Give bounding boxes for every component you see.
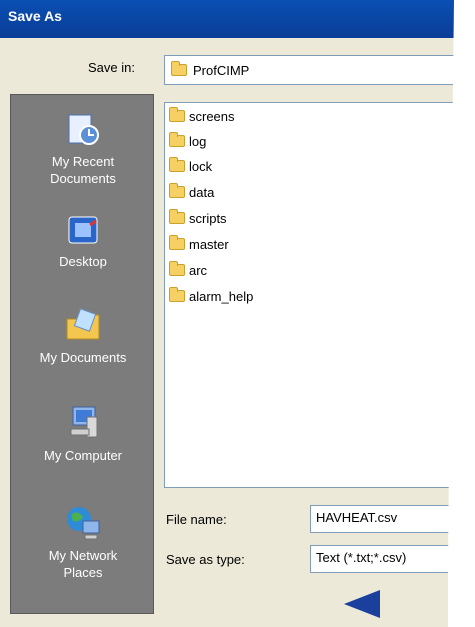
folder-name: lock <box>189 158 213 174</box>
save-as-dialog: Save As Save in: ProfCIMP My Recent Docu… <box>0 0 475 627</box>
list-item[interactable]: arc <box>169 259 207 281</box>
place-label: My Recent Documents <box>50 154 116 186</box>
save-in-value: ProfCIMP <box>193 62 250 78</box>
save-as-type-label: Save as type: <box>166 552 245 567</box>
place-label: My Computer <box>43 448 123 463</box>
folder-icon <box>169 157 185 172</box>
place-my-documents[interactable]: My Documents <box>11 305 155 366</box>
folder-name: screens <box>189 108 235 124</box>
list-item[interactable]: data <box>169 181 214 203</box>
file-name-input[interactable]: HAVHEAT.csv <box>310 505 460 533</box>
folder-icon <box>171 61 187 76</box>
folder-name: alarm_help <box>189 288 254 304</box>
folder-icon <box>169 209 185 224</box>
list-item[interactable]: master <box>169 233 229 255</box>
recent-documents-icon <box>68 114 99 145</box>
list-item[interactable]: screens <box>169 105 235 127</box>
list-item[interactable]: alarm_help <box>169 285 253 307</box>
folder-icon <box>169 261 185 276</box>
folder-name: data <box>189 184 215 200</box>
list-item[interactable]: lock <box>169 155 212 177</box>
my-documents-icon <box>66 308 100 340</box>
network-places-icon <box>67 507 100 540</box>
save-in-label: Save in: <box>88 60 135 75</box>
folder-icon <box>169 183 185 198</box>
titlebar[interactable]: Save As <box>0 0 475 38</box>
place-network-places[interactable]: My Network Places <box>11 503 155 581</box>
file-name-label: File name: <box>166 512 227 527</box>
folder-icon <box>169 287 185 302</box>
desktop-icon <box>68 216 98 244</box>
place-label: My Network Places <box>48 548 118 580</box>
my-computer-icon <box>70 406 98 438</box>
dialog-title: Save As <box>8 8 62 24</box>
place-recent-documents[interactable]: My Recent Documents <box>11 109 155 187</box>
place-label: Desktop <box>59 254 107 269</box>
place-desktop[interactable]: Desktop <box>11 213 155 270</box>
folder-name: master <box>189 236 229 252</box>
folder-icon <box>169 235 185 250</box>
list-item[interactable]: log <box>169 130 206 152</box>
place-my-computer[interactable]: My Computer <box>11 403 155 464</box>
file-list[interactable]: screens log lock data scripts master arc <box>164 102 464 488</box>
place-label: My Documents <box>39 350 127 365</box>
save-as-type-combo[interactable]: Text (*.txt;*.csv) <box>310 545 460 573</box>
places-bar: My Recent Documents Desktop My Documents <box>10 94 154 614</box>
pointer-arrow-icon <box>344 590 380 618</box>
save-in-combo[interactable]: ProfCIMP <box>164 55 464 85</box>
folder-name: log <box>189 133 207 149</box>
folder-icon <box>169 107 185 122</box>
list-item[interactable]: scripts <box>169 207 227 229</box>
folder-icon <box>169 132 185 147</box>
folder-name: scripts <box>189 210 227 226</box>
folder-name: arc <box>189 262 208 278</box>
